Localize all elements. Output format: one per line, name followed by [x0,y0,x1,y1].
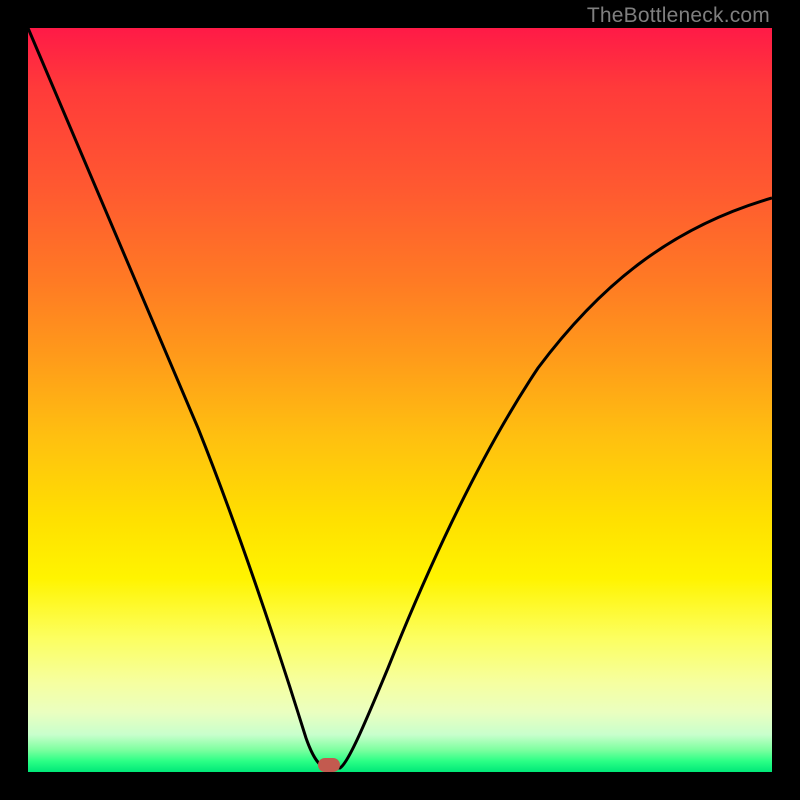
curve-layer [28,28,772,772]
plot-area [28,28,772,772]
watermark-text: TheBottleneck.com [587,4,770,28]
chart-frame: TheBottleneck.com [0,0,800,800]
optimal-point-marker [318,758,340,772]
bottleneck-curve [28,28,772,768]
